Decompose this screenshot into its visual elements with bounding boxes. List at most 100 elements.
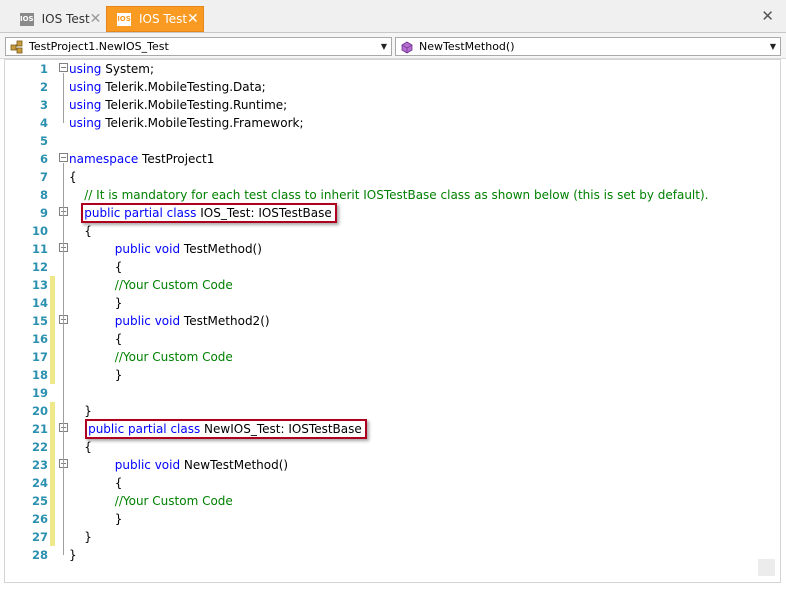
dropdown-arrow-icon[interactable]: ▼	[379, 42, 389, 51]
code-text: }	[69, 510, 123, 528]
code-text: {	[69, 438, 92, 456]
text-token: Telerik.MobileTesting.Data;	[101, 80, 266, 94]
code-line[interactable]: 10 {	[5, 222, 765, 240]
line-number: 6	[39, 152, 48, 166]
line-number: 24	[31, 476, 48, 490]
code-line[interactable]: 26 }	[5, 510, 765, 528]
change-indicator	[50, 474, 55, 492]
code-line[interactable]: 14 }	[5, 294, 765, 312]
code-line[interactable]: 28}	[5, 546, 765, 564]
code-line[interactable]: 13 //Your Custom Code	[5, 276, 765, 294]
line-number: 28	[31, 548, 48, 562]
line-number: 10	[31, 224, 48, 238]
code-line[interactable]: 3 using Telerik.MobileTesting.Runtime;	[5, 96, 765, 114]
code-line[interactable]: 21− public partial class NewIOS_Test: IO…	[5, 420, 765, 438]
change-indicator	[50, 420, 55, 438]
tab-ios-test-2[interactable]: IOS IOS Test ✕	[106, 6, 204, 32]
line-number: 27	[31, 530, 48, 544]
change-indicator	[50, 312, 55, 330]
code-text: //Your Custom Code	[69, 348, 233, 366]
code-line[interactable]: 18 }	[5, 366, 765, 384]
keyword-token: using	[69, 62, 102, 76]
member-selector-dropdown[interactable]: NewTestMethod() ▼	[395, 37, 781, 56]
close-icon[interactable]: ✕	[187, 11, 199, 27]
code-line[interactable]: 23− public void NewTestMethod()	[5, 456, 765, 474]
text-token: IOS_Test: IOSTestBase	[196, 206, 332, 220]
fold-guide-line	[63, 469, 64, 519]
fold-guide-line	[63, 217, 64, 411]
keyword-token: public void	[114, 314, 181, 328]
code-text: }	[69, 528, 92, 546]
code-line[interactable]: 12 {	[5, 258, 765, 276]
line-number: 23	[31, 458, 48, 472]
change-indicator	[50, 492, 55, 510]
code-text: {	[69, 168, 77, 186]
collapse-icon[interactable]: −	[59, 63, 68, 72]
code-text: {	[69, 474, 123, 492]
code-line[interactable]: 2 using Telerik.MobileTesting.Data;	[5, 78, 765, 96]
code-text: {	[69, 258, 123, 276]
code-line[interactable]: 5	[5, 132, 765, 150]
close-icon[interactable]: ✕	[90, 11, 102, 27]
text-token: }	[69, 368, 123, 382]
code-text: using Telerik.MobileTesting.Runtime;	[69, 96, 287, 114]
text-token: TestMethod()	[180, 242, 262, 256]
change-indicator	[50, 510, 55, 528]
code-editor[interactable]: 1− using System; 2 using Telerik.MobileTest…	[4, 59, 781, 583]
line-number: 22	[31, 440, 48, 454]
text-token: TestProject1	[138, 152, 215, 166]
fold-guide-line	[63, 325, 64, 375]
code-line[interactable]: 8 // It is mandatory for each test class…	[5, 186, 765, 204]
line-number: 1	[39, 62, 48, 76]
code-line[interactable]: 9− public partial class IOS_Test: IOSTes…	[5, 204, 765, 222]
line-number: 9	[39, 206, 48, 220]
code-line[interactable]: 17 //Your Custom Code	[5, 348, 765, 366]
code-line[interactable]: 7{	[5, 168, 765, 186]
line-number: 19	[31, 386, 48, 400]
code-line[interactable]: 6 − namespace TestProject1	[5, 150, 765, 168]
change-indicator	[50, 294, 55, 312]
window-close-icon[interactable]: ✕	[761, 7, 774, 25]
change-indicator	[50, 366, 55, 384]
line-number: 15	[31, 314, 48, 328]
code-line[interactable]: 24 {	[5, 474, 765, 492]
text-token: {	[69, 170, 77, 184]
code-line[interactable]: 20 }	[5, 402, 765, 420]
line-number: 25	[31, 494, 48, 508]
text-token: {	[69, 332, 123, 346]
code-line[interactable]: 1 − using System;	[5, 60, 765, 78]
comment-token: //Your Custom Code	[69, 350, 233, 364]
code-line[interactable]: 22 {	[5, 438, 765, 456]
keyword-token: namespace	[69, 152, 139, 166]
code-text: //Your Custom Code	[69, 492, 233, 510]
text-token: NewIOS_Test: IOSTestBase	[200, 422, 362, 436]
text-token: Telerik.MobileTesting.Framework;	[101, 116, 304, 130]
dropdown-arrow-icon[interactable]: ▼	[768, 42, 778, 51]
change-indicator	[50, 438, 55, 456]
line-number: 13	[31, 278, 48, 292]
text-token: {	[69, 224, 92, 238]
code-text: using System;	[69, 60, 154, 78]
class-selector-dropdown[interactable]: TestProject1.NewIOS_Test ▼	[5, 37, 392, 56]
line-number: 16	[31, 332, 48, 346]
code-line[interactable]: 15− public void TestMethod2()	[5, 312, 765, 330]
text-token: {	[69, 440, 92, 454]
collapse-icon[interactable]: −	[59, 153, 68, 162]
class-selector-value: TestProject1.NewIOS_Test	[29, 40, 169, 53]
code-line[interactable]: 27 }	[5, 528, 765, 546]
code-line[interactable]: 16 {	[5, 330, 765, 348]
change-indicator	[50, 348, 55, 366]
code-line[interactable]: 25 //Your Custom Code	[5, 492, 765, 510]
change-indicator	[50, 402, 55, 420]
tab-ios-test-1[interactable]: IOS IOS Test ✕	[10, 6, 103, 32]
line-number: 12	[31, 260, 48, 274]
code-line[interactable]: 19	[5, 384, 765, 402]
code-line[interactable]: 4 using Telerik.MobileTesting.Framework;	[5, 114, 765, 132]
code-line[interactable]: 11− public void TestMethod()	[5, 240, 765, 258]
code-text: }	[69, 402, 92, 420]
keyword-token: public partial class	[84, 206, 197, 220]
text-token: }	[69, 530, 92, 544]
